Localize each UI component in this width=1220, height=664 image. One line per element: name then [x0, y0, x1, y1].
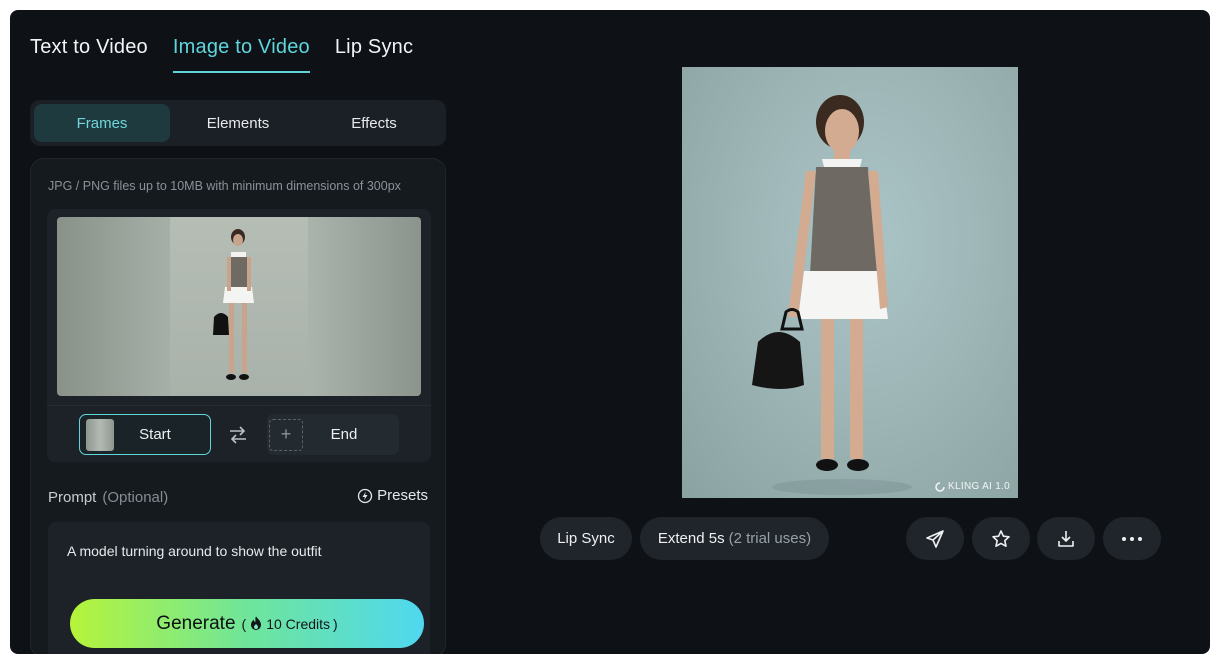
- send-icon: [926, 529, 944, 548]
- start-frame-thumbnail: [86, 418, 114, 451]
- mode-tabs: Text to Video Image to Video Lip Sync: [30, 36, 413, 73]
- prompt-label: Prompt (Optional): [48, 489, 169, 506]
- generate-label: Generate: [156, 612, 236, 634]
- end-frame-button[interactable]: + End: [267, 414, 399, 455]
- generated-video-preview[interactable]: KLING AI 1.0: [682, 67, 1018, 498]
- model-figure-small: [213, 229, 254, 380]
- extend-button[interactable]: Extend 5s (2 trial uses): [640, 517, 829, 560]
- tab-lip-sync[interactable]: Lip Sync: [335, 36, 413, 73]
- start-label: Start: [139, 426, 171, 443]
- generate-button[interactable]: Generate ( 10 Credits ): [70, 599, 424, 648]
- kling-logo-icon: [935, 481, 945, 492]
- download-icon: [1058, 530, 1074, 547]
- start-frame-button[interactable]: Start: [79, 414, 211, 455]
- download-button[interactable]: [1037, 517, 1095, 560]
- end-label: End: [330, 426, 358, 443]
- star-icon: [992, 529, 1010, 547]
- presets-button[interactable]: Presets: [357, 487, 428, 504]
- lip-sync-button[interactable]: Lip Sync: [540, 517, 632, 560]
- more-icon: [1122, 536, 1142, 541]
- prompt-text: A model turning around to show the outfi…: [67, 543, 322, 559]
- plus-icon: +: [269, 418, 303, 451]
- model-figure-large: [752, 95, 912, 495]
- tab-elements[interactable]: Elements: [170, 104, 306, 142]
- lightning-icon: [357, 488, 373, 503]
- settings-panel: JPG / PNG files up to 10MB with minimum …: [30, 158, 446, 654]
- tab-image-to-video[interactable]: Image to Video: [172, 36, 310, 73]
- tab-effects[interactable]: Effects: [306, 104, 442, 142]
- tab-frames[interactable]: Frames: [34, 104, 170, 142]
- credits-badge: ( 10 Credits ): [241, 615, 338, 632]
- app-window: Text to Video Image to Video Lip Sync Fr…: [10, 10, 1210, 654]
- swap-icon[interactable]: [228, 426, 248, 444]
- kling-watermark: KLING AI 1.0: [935, 481, 1010, 492]
- tab-text-to-video[interactable]: Text to Video: [30, 36, 148, 73]
- favorite-button[interactable]: [972, 517, 1030, 560]
- share-button[interactable]: [906, 517, 964, 560]
- upload-hint: JPG / PNG files up to 10MB with minimum …: [48, 179, 401, 193]
- frame-controls: Start + End: [47, 405, 431, 462]
- more-button[interactable]: [1103, 517, 1161, 560]
- upload-area[interactable]: Start + End: [47, 209, 431, 462]
- sub-tabs: Frames Elements Effects: [30, 100, 446, 146]
- start-frame-preview[interactable]: [57, 217, 421, 396]
- flame-icon: [251, 616, 262, 630]
